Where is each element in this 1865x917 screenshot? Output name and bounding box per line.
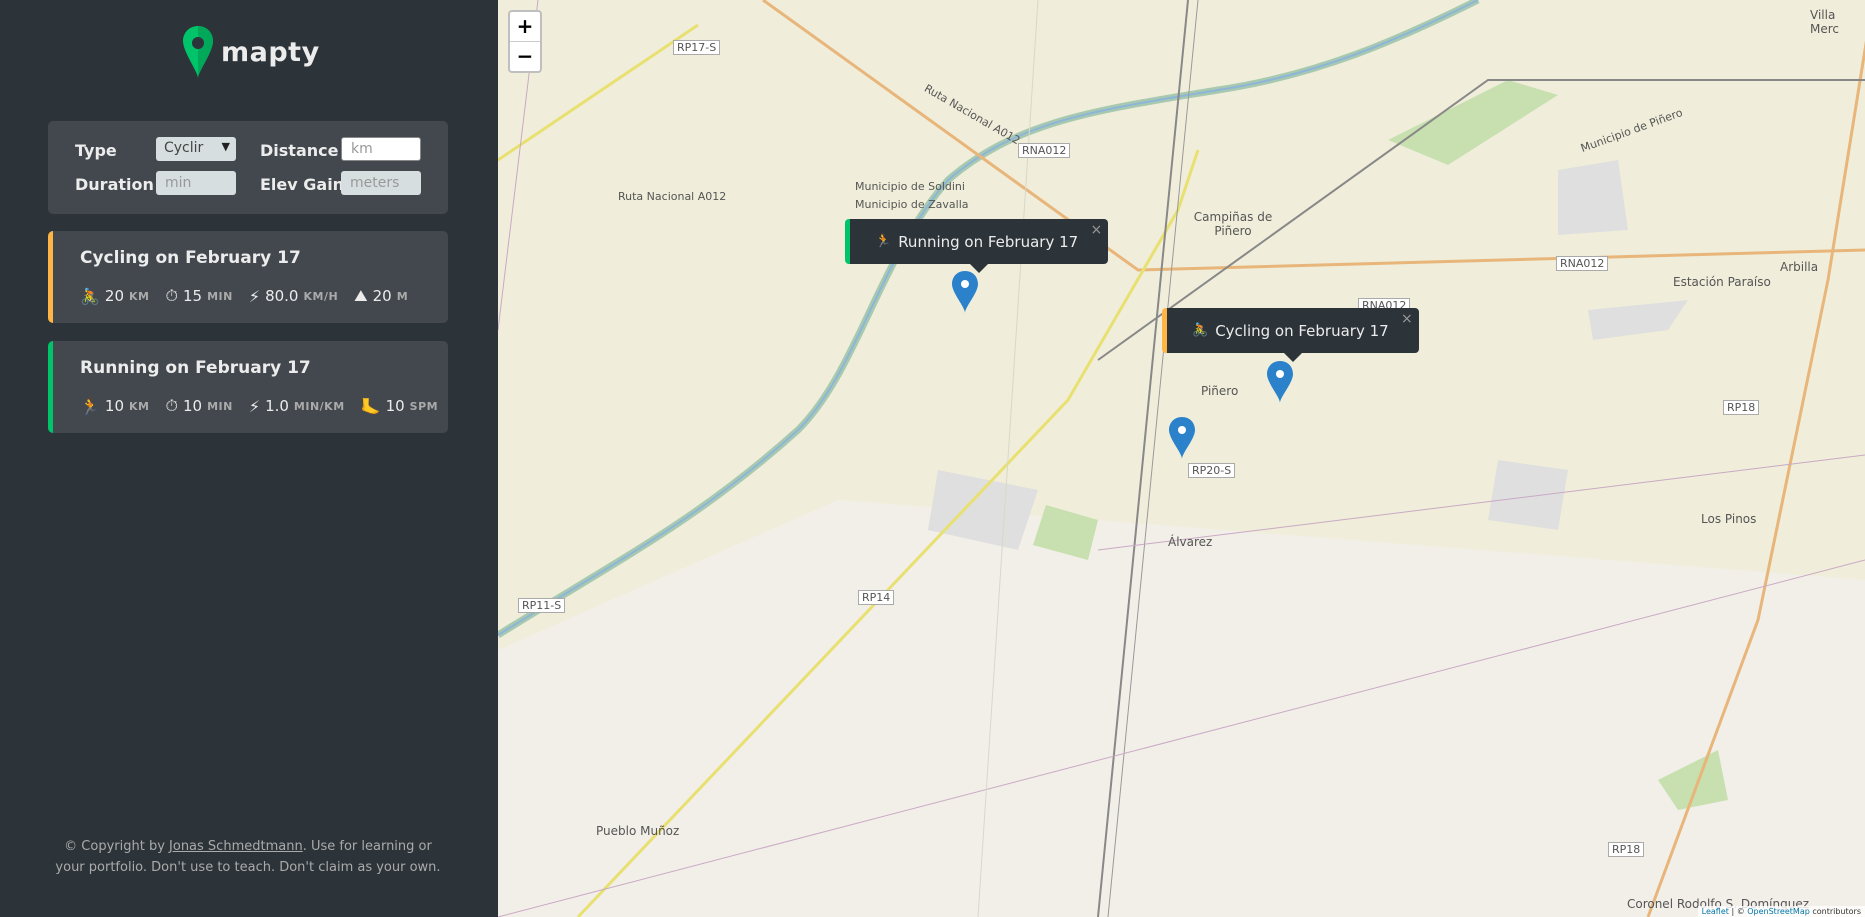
- workout-item-cycling[interactable]: Cycling on February 17 🚴 20 KM ⏱ 15 MIN …: [48, 231, 448, 323]
- pace-value: 1.0: [265, 397, 289, 415]
- map-marker-running[interactable]: [952, 271, 978, 313]
- bicycle-icon: 🚴: [80, 286, 100, 306]
- map-label: Los Pinos: [1701, 512, 1757, 526]
- zoom-in-button[interactable]: +: [510, 12, 540, 41]
- duration-value: 10: [182, 397, 203, 415]
- leaflet-link[interactable]: Leaflet: [1702, 907, 1729, 916]
- map-label: RNA012: [1018, 143, 1071, 158]
- duration-unit: MIN: [207, 289, 233, 303]
- map-label: RP11-S: [518, 598, 566, 613]
- workout-form: Type Cyclir ▼ Distance Duration Elev Gai…: [48, 121, 448, 214]
- workout-title: Running on February 17: [80, 358, 311, 378]
- distance-input[interactable]: [341, 137, 421, 161]
- workout-speed: ⚡ 80.0 KM/H: [249, 287, 338, 306]
- workout-duration: ⏱ 10 MIN: [166, 396, 233, 416]
- workout-distance: 🚴 20 KM: [80, 287, 150, 306]
- map-label: Arbilla: [1780, 260, 1819, 274]
- map-marker-cycling[interactable]: [1267, 361, 1293, 403]
- logo: mapty: [183, 26, 320, 78]
- distance-label: Distance: [260, 141, 339, 160]
- workout-pace: ⚡ 1.0 MIN/KM: [249, 397, 345, 416]
- elevation-value: 20: [372, 287, 392, 305]
- running-popup: 🏃 Running on February 17 ×: [845, 219, 1109, 273]
- elev-gain-label: Elev Gain: [260, 175, 345, 194]
- type-select-value: Cyclir: [164, 140, 204, 156]
- popup-text: Cycling on February 17: [1215, 321, 1389, 340]
- map-label: Pueblo Muñoz: [596, 824, 680, 838]
- map-marker[interactable]: [1169, 417, 1195, 459]
- workout-distance: 🏃 10 KM: [80, 397, 150, 416]
- distance-unit: KM: [129, 289, 150, 303]
- pace-unit: MIN/KM: [293, 399, 345, 413]
- attribution-separator: | ©: [1728, 907, 1748, 916]
- map-label: Villa Merc: [1810, 8, 1840, 36]
- map-attribution: Leaflet | © OpenStreetMap contributors: [1697, 906, 1865, 917]
- cycling-popup: 🚴 Cycling on February 17 ×: [1162, 308, 1419, 362]
- map-label: RP20-S: [1188, 463, 1236, 478]
- lightning-icon: ⚡: [248, 396, 261, 416]
- elevation-unit: M: [396, 289, 409, 303]
- author-link[interactable]: Jonas Schmedtmann: [169, 839, 303, 854]
- app-name: mapty: [221, 36, 320, 68]
- runner-icon: 🏃: [80, 396, 100, 416]
- workout-details: 🚴 20 KM ⏱ 15 MIN ⚡ 80.0 KM/H ⛰ 20 M: [80, 286, 424, 306]
- stopwatch-icon: ⏱: [165, 396, 178, 415]
- copyright: © Copyright by Jonas Schmedtmann. Use fo…: [48, 836, 448, 878]
- popup-text: Running on February 17: [898, 232, 1079, 251]
- type-label: Type: [75, 141, 117, 160]
- map-label: Álvarez: [1168, 535, 1213, 549]
- zoom-control: + −: [508, 10, 542, 73]
- workout-item-running[interactable]: Running on February 17 🏃 10 KM ⏱ 10 MIN …: [48, 341, 448, 433]
- chevron-down-icon: ▼: [221, 140, 230, 153]
- map-label: RP18: [1723, 400, 1760, 415]
- cadence-value: 10: [385, 397, 405, 415]
- zoom-out-button[interactable]: −: [510, 41, 540, 71]
- workout-title: Cycling on February 17: [80, 248, 301, 268]
- distance-unit: KM: [129, 399, 150, 413]
- speed-unit: KM/H: [303, 289, 339, 303]
- duration-value: 15: [182, 287, 203, 305]
- map-label: Campiñas de Piñero: [1193, 210, 1273, 238]
- map-label: RP14: [858, 590, 895, 605]
- attribution-suffix: contributors: [1809, 907, 1861, 916]
- duration-unit: MIN: [207, 399, 233, 413]
- popup-close-button[interactable]: ×: [1090, 222, 1102, 238]
- distance-value: 10: [104, 397, 125, 415]
- map-label: Municipio de Zavalla: [855, 198, 969, 211]
- map-label: Estación Paraíso: [1673, 275, 1771, 289]
- workout-cadence: 🦶 10 SPM: [361, 397, 438, 416]
- map-label: Ruta Nacional A012: [618, 190, 727, 203]
- map[interactable]: Villa Merc RP17-S Ruta Nacional A012 RNA…: [498, 0, 1865, 917]
- workout-elevation: ⛰ 20 M: [354, 286, 408, 306]
- map-label: RP17-S: [673, 40, 721, 55]
- workout-duration: ⏱ 15 MIN: [166, 286, 233, 306]
- foot-icon: 🦶: [360, 396, 381, 416]
- runner-icon: 🏃: [875, 234, 892, 249]
- map-label: Municipio de Soldini: [855, 180, 965, 193]
- sidebar: mapty Type Cyclir ▼ Distance Duration El…: [0, 0, 498, 917]
- popup-close-button[interactable]: ×: [1401, 311, 1413, 327]
- bicycle-icon: 🚴: [1192, 323, 1209, 338]
- map-label: RNA012: [1556, 256, 1609, 271]
- duration-input[interactable]: [156, 171, 236, 195]
- map-label: RP18: [1608, 842, 1645, 857]
- copyright-prefix: © Copyright by: [64, 839, 170, 854]
- osm-link[interactable]: OpenStreetMap: [1747, 907, 1810, 916]
- cadence-unit: SPM: [409, 399, 439, 413]
- stopwatch-icon: ⏱: [165, 286, 178, 305]
- type-select[interactable]: Cyclir ▼: [156, 137, 236, 161]
- speed-value: 80.0: [265, 287, 299, 305]
- map-pin-logo-icon: [183, 26, 213, 78]
- distance-value: 20: [104, 287, 125, 305]
- map-label: Piñero: [1201, 384, 1239, 398]
- lightning-icon: ⚡: [248, 286, 261, 306]
- duration-label: Duration: [75, 175, 154, 194]
- mountain-icon: ⛰: [354, 286, 368, 305]
- workout-details: 🏃 10 KM ⏱ 10 MIN ⚡ 1.0 MIN/KM 🦶 10 SPM: [80, 396, 454, 416]
- elev-gain-input[interactable]: [341, 171, 421, 195]
